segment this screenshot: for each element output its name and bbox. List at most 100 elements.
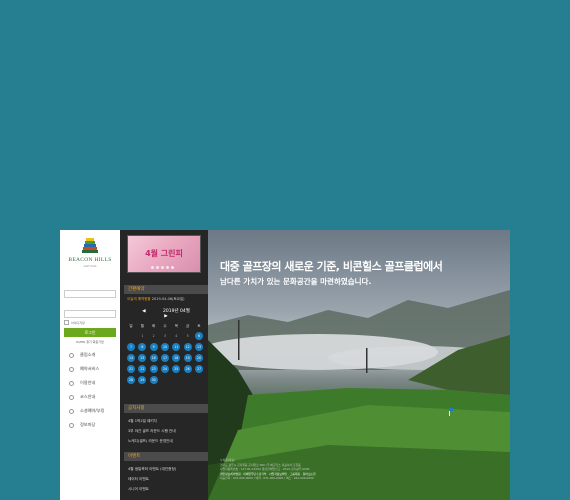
menu-item-club[interactable]: 클럽소개 [64,348,118,362]
calendar-day[interactable]: 13 [194,343,203,351]
calendar-day: 5 [186,334,189,338]
hero-subline: 남다른 가치가 있는 문화공간을 마련하였습니다. [220,277,372,286]
calendar-week-row: 28 29 30 [127,376,203,384]
pager-dot[interactable] [171,266,174,269]
social-icon [69,408,74,414]
logo[interactable]: BEACON HILLS Golf Club [60,236,120,268]
info-icon [69,380,74,386]
notice-item[interactable]: 3부 야간 골프 라운드 시행 안내 [128,426,208,436]
calendar-day[interactable]: 19 [183,354,192,362]
notice-list: 4월 1박2일 패키지 3부 야간 골프 라운드 시행 안내 노캐디(셀프) 라… [128,416,208,446]
event-item[interactable]: 4월 생일축하 이벤트 (대인증정) [128,464,208,474]
calendar-day[interactable]: 23 [149,365,158,373]
menu-item-social[interactable]: 소셜예약/부킹 [64,404,118,418]
calendar-day[interactable]: 22 [138,365,147,373]
notice-heading[interactable]: 공지사항 [124,404,208,413]
calendar-day[interactable]: 24 [160,365,169,373]
calendar-day [172,376,180,384]
login-button[interactable]: 로그인 [64,328,116,337]
calendar-day[interactable]: 6 [194,332,203,340]
menu-item-label: 코스안내 [80,394,96,399]
notice-title: 공지사항 [128,406,145,411]
calendar-day[interactable]: 10 [160,343,169,351]
calendar-day[interactable]: 26 [183,365,192,373]
pager-dot[interactable] [156,266,159,269]
weekday-label: 금 [186,324,190,328]
calendar-day[interactable]: 25 [172,365,181,373]
calendar-day[interactable]: 17 [160,354,169,362]
menu-item-guide[interactable]: 이용안내 [64,376,118,390]
calendar-day[interactable]: 30 [149,376,158,384]
calendar-day: 4 [175,334,178,338]
prev-month-button[interactable]: ◀ [142,309,145,314]
calendar-day[interactable]: 21 [127,365,135,373]
calendar-day[interactable]: 28 [127,376,135,384]
calendar-day[interactable]: 15 [138,354,147,362]
calendar-day[interactable]: 11 [172,343,181,351]
event-item[interactable]: 시니어 이벤트 [128,484,208,494]
calendar-day [195,376,203,384]
calendar-day[interactable]: 27 [194,365,203,373]
password-input[interactable] [64,310,116,318]
left-sidebar: BEACON HILLS Golf Club 아이디저장 로그인 ID/PW 찾… [60,230,120,500]
id-input[interactable] [64,290,116,298]
board-icon [69,422,74,428]
save-id-option[interactable]: 아이디저장 [64,320,116,325]
hero-section: 대중 골프장의 새로운 기준, 비콘힐스 골프클럽에서 남다른 가치가 있는 문… [208,230,510,500]
save-id-checkbox[interactable] [64,320,69,325]
calendar-day[interactable]: 16 [149,354,158,362]
calendar-day[interactable]: 9 [149,343,158,351]
menu-item-label: 소셜예약/부킹 [80,408,105,413]
calendar-nav: ◀ 2019년 04월 ▶ [124,308,208,319]
menu-item-label: 정보마당 [80,422,96,427]
logo-sub: Golf Club [83,264,97,268]
calendar-day [184,376,192,384]
today-status: 오늘의 예약현황 2019-04-06(토요일) [127,297,185,302]
footer-line: 대표전화 : 031-000-0000 / 예약 : 031-000-0000 … [220,476,314,480]
calendar-week-row: 14 15 16 17 18 19 20 [127,354,203,362]
calendar-week-row: 1 2 3 4 5 6 [127,332,203,340]
find-links[interactable]: ID/PW 찾기 회원가입 [64,340,116,344]
menu-item-course[interactable]: 코스안내 [64,390,118,404]
weekday-label: 월 [140,324,144,328]
calendar-day: 2 [152,334,155,338]
pager-dot[interactable] [161,266,164,269]
calendar-weekday-row: 일월화수목금토 [127,324,203,329]
course-icon [69,394,74,400]
promo-banner[interactable]: 4월 그린피 [127,235,201,273]
calendar-week-row: 21 22 23 24 25 26 27 [127,365,203,373]
weekday-label: 일 [129,324,133,328]
pager-dot[interactable] [151,266,154,269]
weekday-label: 토 [197,324,201,328]
today-label: 오늘의 예약현황 [127,297,151,301]
today-value: 2019-04-06(토요일) [151,297,185,301]
event-title: 이벤트 [128,454,141,459]
calendar-day[interactable]: 14 [127,354,135,362]
calendar-day [127,332,135,340]
menu-item-label: 클럽소개 [80,352,96,357]
calendar-day[interactable]: 20 [194,354,203,362]
weekday-label: 수 [163,324,167,328]
next-month-button[interactable]: ▶ [164,314,167,319]
menu-item-board[interactable]: 정보마당 [64,418,118,432]
event-heading[interactable]: 이벤트 [124,452,208,461]
menu-item-label: 예약서비스 [80,366,100,371]
reservation-heading[interactable]: 간편예약 [124,285,208,294]
notice-item[interactable]: 4월 1박2일 패키지 [128,416,208,426]
calendar-day[interactable]: 7 [127,343,135,351]
banner-text: 4월 그린피 [145,249,183,258]
calendar-day[interactable]: 18 [172,354,181,362]
calendar-day[interactable]: 12 [183,343,192,351]
notice-item[interactable]: 노캐디(셀프) 라운드 운영안내 [128,436,208,446]
calendar-day[interactable]: 8 [138,343,147,351]
banner-pager [151,266,174,269]
website-frame: BEACON HILLS Golf Club 아이디저장 로그인 ID/PW 찾… [60,230,510,500]
weekday-label: 화 [152,324,156,328]
menu-item-reservation[interactable]: 예약서비스 [64,362,118,376]
pager-dot[interactable] [166,266,169,269]
calendar-day[interactable]: 29 [138,376,147,384]
logo-mark-icon [82,238,98,253]
calendar-day [161,376,169,384]
main-menu: 클럽소개 예약서비스 이용안내 코스안내 소셜예약/부킹 정보마당 [64,348,118,432]
event-item[interactable]: 테이터 이벤트 [128,474,208,484]
